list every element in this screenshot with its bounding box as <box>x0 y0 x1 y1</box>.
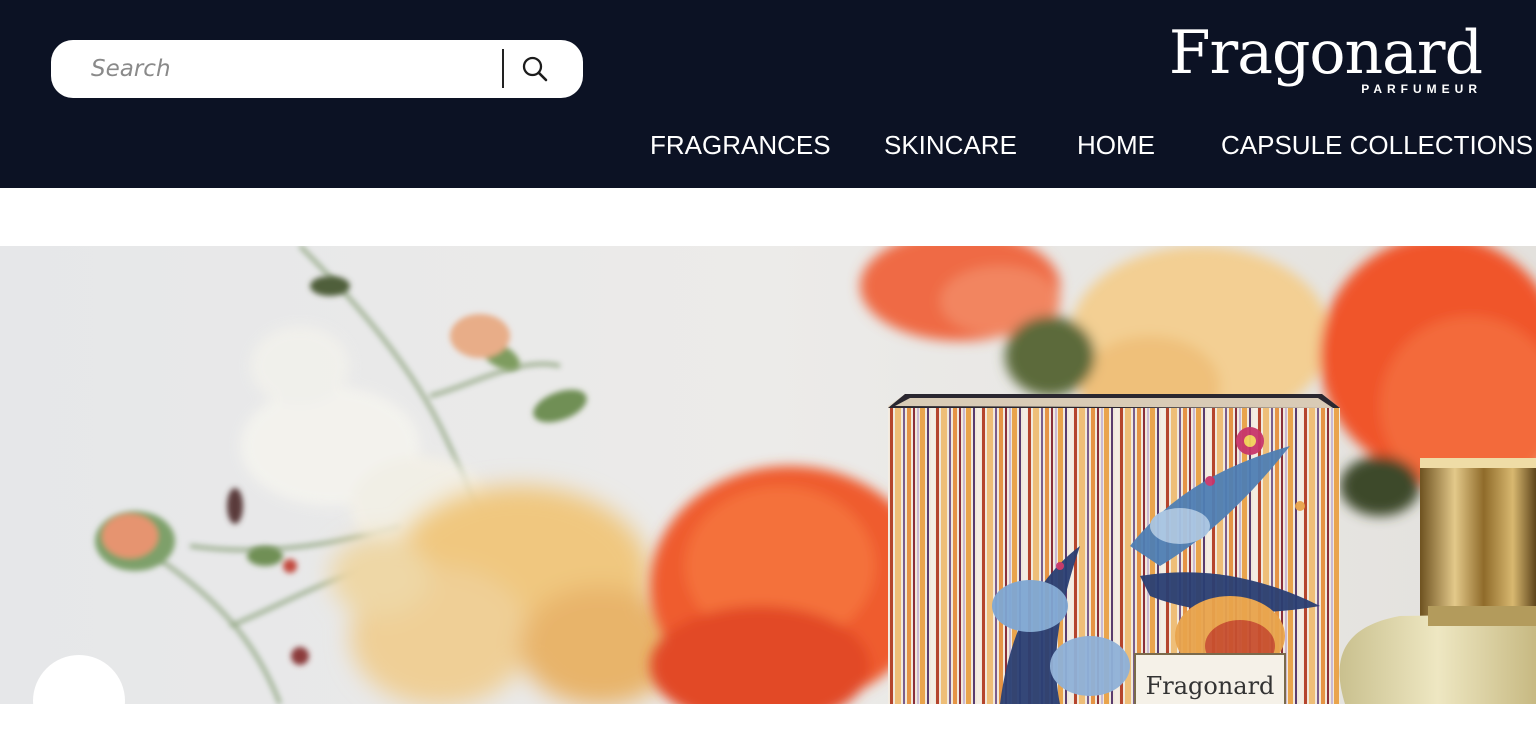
nav-item-home[interactable]: HOME <box>1077 128 1155 162</box>
search-button[interactable] <box>515 49 555 89</box>
site-header: Fragonard PARFUMEUR FRAGRANCES SKINCARE … <box>0 0 1536 188</box>
nav-item-capsule-collections[interactable]: CAPSULE COLLECTIONS <box>1221 128 1533 162</box>
box-label: Fragonard <box>1146 672 1275 700</box>
perfume-box: Fragonard <box>888 394 1340 704</box>
brand-logo[interactable]: Fragonard PARFUMEUR <box>1150 18 1500 100</box>
search-divider <box>502 49 504 88</box>
search-input[interactable] <box>91 48 491 90</box>
hero-image: Fragonard <box>0 246 1536 704</box>
search-bar <box>51 40 583 98</box>
nav-item-fragrances[interactable]: FRAGRANCES <box>650 128 831 162</box>
brand-logo-subtitle: PARFUMEUR <box>1361 82 1482 96</box>
announcement-strip <box>0 188 1536 246</box>
carousel-prev-button[interactable] <box>33 655 125 747</box>
nav-item-skincare[interactable]: SKINCARE <box>884 128 1017 162</box>
search-icon <box>522 56 548 82</box>
brand-logo-name: Fragonard <box>1168 18 1483 88</box>
hero-banner[interactable]: Fragonard <box>0 246 1536 704</box>
